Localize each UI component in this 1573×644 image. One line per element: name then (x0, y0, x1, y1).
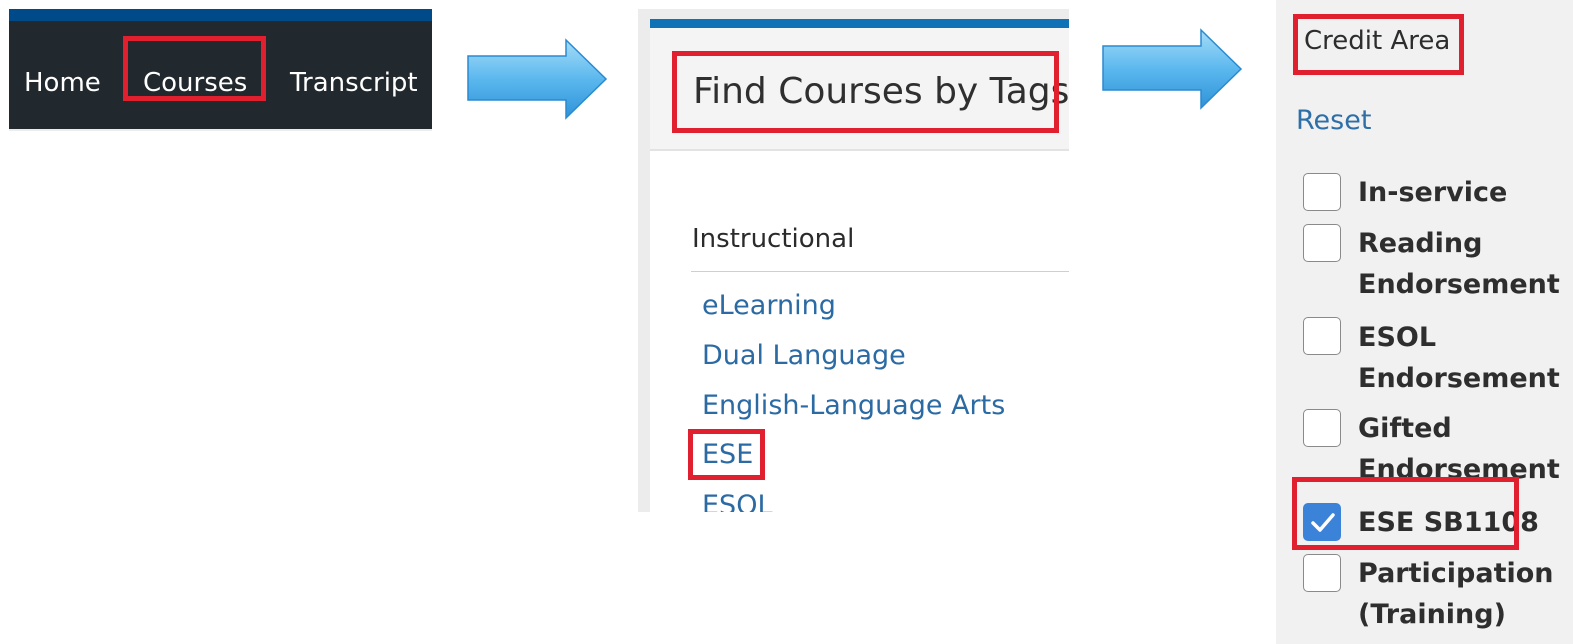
right-arrow-icon (1102, 28, 1243, 110)
option-label-line: Reading (1358, 228, 1483, 259)
nav-item-home[interactable]: Home (24, 21, 101, 129)
nav-item-courses[interactable]: Courses (143, 21, 247, 129)
credit-area-title: Credit Area (1304, 26, 1451, 56)
tag-link-esol[interactable]: ESOL (702, 490, 773, 512)
option-label-line: ESE SB1108 (1358, 507, 1539, 538)
find-courses-panel: Find Courses by Tags Instructional eLear… (638, 9, 1069, 512)
checkbox-reading-endorsement[interactable] (1303, 224, 1341, 262)
option-label-line: Gifted (1358, 413, 1452, 444)
checkmark-icon (1311, 513, 1335, 532)
tag-link-elearning[interactable]: eLearning (702, 290, 836, 321)
option-label-line: Participation (1358, 558, 1554, 589)
tag-link-dual-language[interactable]: Dual Language (702, 340, 906, 371)
reset-link[interactable]: Reset (1296, 105, 1371, 136)
option-label-line: Endorsement (1358, 269, 1560, 300)
option-label-line: In-service (1358, 177, 1508, 208)
panel-left-margin (638, 9, 650, 512)
section-heading-instructional: Instructional (692, 224, 855, 254)
option-label-line: Endorsement (1358, 454, 1560, 485)
nav-panel: Home Courses Transcript (9, 9, 432, 131)
option-label-line: (Training) (1358, 599, 1506, 630)
nav-top-accent (9, 9, 432, 21)
section-divider (691, 271, 1069, 272)
tag-link-english-language-arts[interactable]: English-Language Arts (702, 390, 1005, 421)
option-label-esol-endorsement[interactable]: ESOL Endorsement (1358, 317, 1560, 399)
option-label-participation-training[interactable]: Participation (Training) (1358, 553, 1554, 635)
checkbox-ese-sb1108[interactable] (1303, 503, 1341, 541)
credit-area-panel: Credit Area Reset In-service Reading End… (1276, 0, 1573, 644)
find-courses-title: Find Courses by Tags (693, 71, 1069, 112)
checkbox-esol-endorsement[interactable] (1303, 317, 1341, 355)
tag-link-ese[interactable]: ESE (702, 439, 753, 470)
right-arrow-icon (467, 38, 608, 120)
checkbox-participation-training[interactable] (1303, 554, 1341, 592)
option-label-line: Endorsement (1358, 363, 1560, 394)
option-label-reading-endorsement[interactable]: Reading Endorsement (1358, 223, 1560, 305)
option-label-line: ESOL (1358, 322, 1437, 353)
checkbox-in-service[interactable] (1303, 173, 1341, 211)
panel-top-margin (638, 9, 1069, 19)
checkbox-gifted-endorsement[interactable] (1303, 409, 1341, 447)
panel-blue-accent (650, 19, 1069, 28)
option-label-ese-sb1108[interactable]: ESE SB1108 (1358, 502, 1539, 543)
nav-item-transcript[interactable]: Transcript (290, 21, 418, 129)
option-label-gifted-endorsement[interactable]: Gifted Endorsement (1358, 408, 1560, 490)
option-label-in-service[interactable]: In-service (1358, 172, 1507, 213)
